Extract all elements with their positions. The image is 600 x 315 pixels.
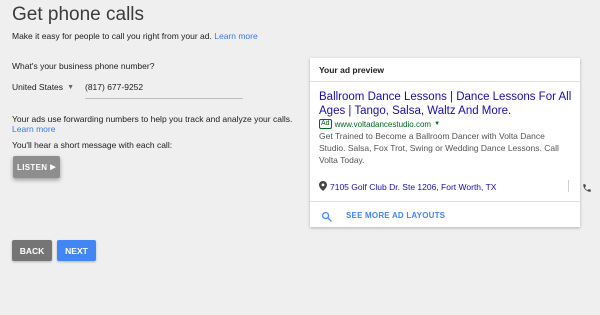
ad-headline: Ballroom Dance Lessons | Dance Lessons F… — [319, 91, 572, 117]
back-button[interactable]: BACK — [12, 240, 52, 261]
ad-preview-header: Your ad preview — [310, 58, 580, 82]
dropdown-caret-icon: ▼ — [434, 121, 441, 127]
listen-label: LISTEN — [17, 162, 48, 172]
page-description: Make it easy for people to call you righ… — [12, 31, 258, 41]
short-message-note: You'll hear a short message with each ca… — [12, 140, 173, 150]
phone-number-value: (817) 677-9252 — [85, 82, 144, 92]
phone-number-input[interactable]: (817) 677-9252 — [85, 77, 243, 99]
ad-address-text: 7105 Golf Club Dr. Ste 1206, Fort Worth,… — [330, 182, 497, 192]
chevron-down-icon: ▼ — [67, 83, 74, 91]
forwarding-note: Your ads use forwarding numbers to help … — [12, 114, 302, 134]
next-button[interactable]: NEXT — [57, 240, 96, 261]
ad-badge: Ad — [319, 119, 332, 129]
ad-url-row: Ad www.voltadancestudio.com ▼ — [319, 119, 440, 129]
ad-description: Get Trained to Become a Ballroom Dancer … — [319, 131, 559, 165]
country-value: United States — [12, 82, 64, 92]
divider — [568, 180, 569, 192]
see-more-layouts-link[interactable]: SEE MORE AD LAYOUTS — [346, 211, 445, 220]
forwarding-text: Your ads use forwarding numbers to help … — [12, 114, 293, 124]
description-text: Make it easy for people to call you righ… — [12, 31, 212, 41]
listen-button[interactable]: LISTEN ▶ — [13, 156, 60, 178]
phone-icon — [582, 180, 592, 198]
ad-address: 7105 Golf Club Dr. Ste 1206, Fort Worth,… — [319, 181, 496, 193]
ad-preview-card: Your ad preview Ballroom Dance Lessons |… — [310, 58, 591, 228]
play-icon: ▶ — [50, 164, 56, 171]
page-title: Get phone calls — [12, 4, 145, 25]
search-icon[interactable] — [321, 209, 332, 227]
forwarding-learn-more-link[interactable]: Learn more — [12, 124, 55, 134]
phone-question-label: What's your business phone number? — [12, 61, 155, 71]
learn-more-link[interactable]: Learn more — [214, 31, 257, 41]
ad-preview-footer: SEE MORE AD LAYOUTS — [310, 201, 580, 228]
country-select[interactable]: United States ▼ — [12, 82, 74, 92]
ad-url: www.voltadancestudio.com — [334, 119, 432, 129]
location-pin-icon — [319, 181, 327, 193]
